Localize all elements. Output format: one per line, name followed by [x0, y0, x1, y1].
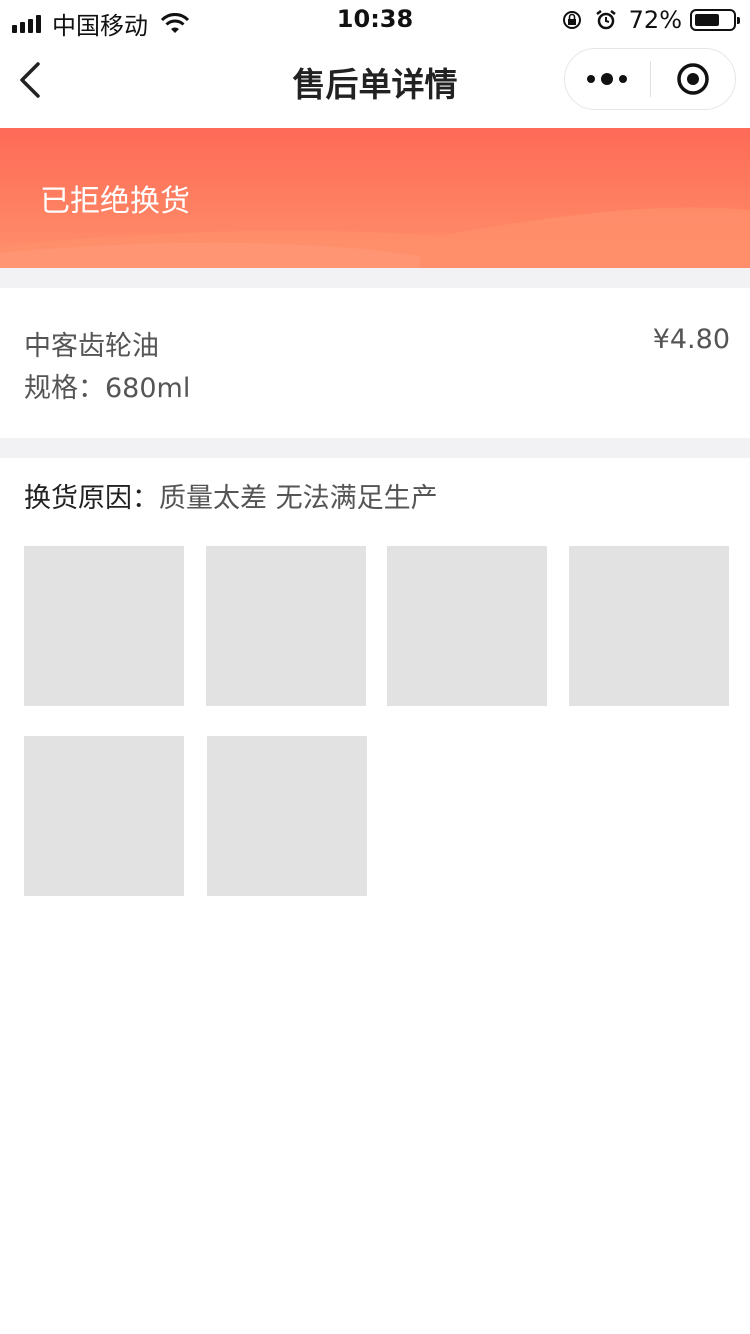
more-button[interactable] [565, 49, 650, 109]
exchange-reason: 换货原因：质量太差 无法满足生产 [24, 476, 438, 515]
evidence-image-thumbnail[interactable] [206, 546, 366, 706]
battery-icon [690, 9, 740, 31]
evidence-image-thumbnail[interactable] [207, 736, 367, 896]
status-bar: 中国移动 10:38 72% [0, 0, 750, 40]
product-spec: 规格：680ml [24, 373, 191, 404]
aftersale-status: 已拒绝换货 [40, 184, 190, 219]
evidence-image-thumbnail[interactable] [24, 546, 184, 706]
evidence-image-thumbnail[interactable] [24, 736, 184, 896]
section-divider [0, 268, 750, 288]
reason-text: 质量太差 无法满足生产 [159, 483, 438, 514]
alarm-icon [595, 10, 616, 30]
reason-label: 换货原因： [24, 483, 159, 514]
product-name: 中客齿轮油 [24, 331, 159, 362]
miniprogram-capsule [564, 48, 736, 110]
evidence-image-thumbnail[interactable] [387, 546, 547, 706]
battery-percent: 72% [628, 6, 682, 34]
close-button[interactable] [651, 49, 736, 109]
product-card: 中客齿轮油 规格：680ml ¥4.80 [0, 288, 750, 438]
more-dots-icon [587, 75, 596, 83]
navigation-bar: 售后单详情 [0, 40, 750, 128]
section-divider [0, 438, 750, 458]
close-target-icon [677, 63, 709, 95]
rotation-lock-icon [562, 11, 581, 29]
product-price: ¥4.80 [652, 324, 730, 355]
evidence-image-thumbnail[interactable] [569, 546, 729, 706]
status-banner: 已拒绝换货 [0, 128, 750, 268]
